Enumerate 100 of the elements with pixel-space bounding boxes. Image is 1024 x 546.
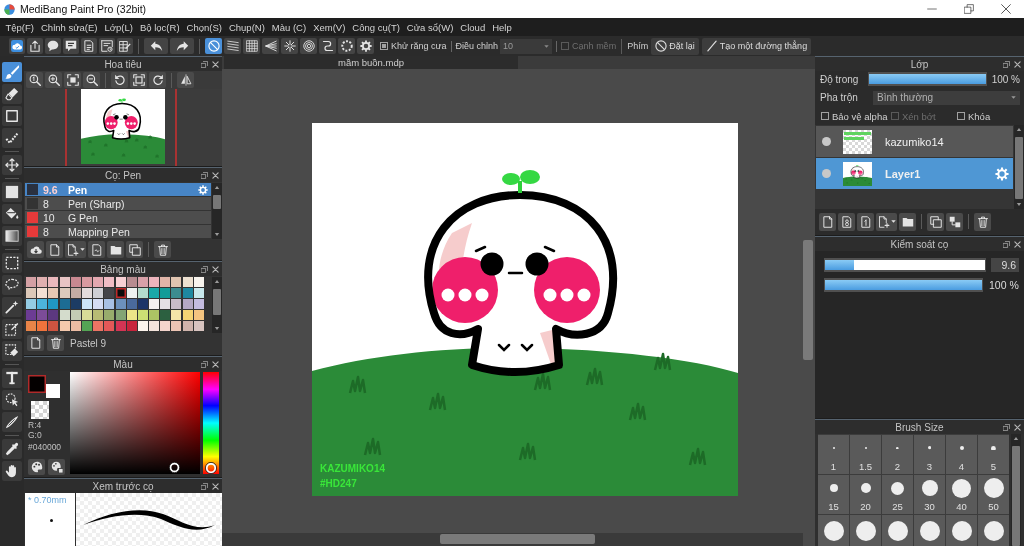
brush-toolbar-button[interactable] — [27, 241, 44, 258]
layer-toolbar-button[interactable] — [819, 212, 836, 231]
palette-swatch-icon[interactable] — [182, 310, 193, 320]
close-panel-icon[interactable] — [212, 171, 219, 179]
brush-size-slider[interactable] — [824, 258, 986, 272]
palette-swatch-icon[interactable] — [81, 321, 92, 331]
brush-toolbar-button[interactable] — [65, 241, 86, 258]
brush-size-input[interactable]: 9.6 — [991, 258, 1019, 272]
layer-toolbar-button[interactable] — [857, 212, 874, 231]
palette-swatch-icon[interactable] — [48, 321, 59, 331]
menu-item[interactable]: Lớp(L) — [101, 19, 137, 35]
brush-list-item[interactable]: 8 Mapping Pen — [25, 225, 211, 238]
navigator-button[interactable] — [26, 72, 43, 88]
snap-button[interactable] — [281, 38, 298, 54]
layer-toolbar-button[interactable] — [946, 212, 963, 231]
palette-swatch-icon[interactable] — [126, 277, 137, 287]
palette-swatch-icon[interactable] — [93, 277, 104, 287]
palette-swatch-icon[interactable] — [115, 277, 126, 287]
tool-button[interactable] — [2, 275, 22, 295]
float-panel-icon[interactable] — [201, 482, 208, 490]
tool-button[interactable] — [2, 341, 22, 361]
palette-swatch-icon[interactable] — [37, 310, 48, 320]
vertical-scrollbar[interactable] — [1014, 125, 1024, 209]
palette-swatch-icon[interactable] — [59, 299, 70, 309]
palette-swatch-icon[interactable] — [160, 299, 171, 309]
palette-swatch-icon[interactable] — [26, 321, 36, 331]
layer-toolbar-button[interactable] — [838, 212, 855, 231]
palette-swatch-icon[interactable] — [48, 310, 59, 320]
palette-swatch-icon[interactable] — [48, 288, 59, 298]
layer-toolbar-button[interactable] — [876, 212, 897, 231]
palette-swatch-icon[interactable] — [81, 299, 92, 309]
palette-swatch-icon[interactable] — [126, 288, 137, 298]
palette-swatch-icon[interactable] — [160, 310, 171, 320]
scrollbar-thumb[interactable] — [440, 534, 595, 544]
palette-swatch-icon[interactable] — [70, 321, 81, 331]
toolbar-button[interactable] — [9, 38, 25, 54]
menu-item[interactable]: Chỉnh sửa(E) — [37, 19, 102, 35]
tool-button[interactable] — [2, 182, 22, 202]
undo-button[interactable] — [144, 38, 168, 54]
palette-swatch-icon[interactable] — [37, 277, 48, 287]
correction-dropdown[interactable]: 10 — [500, 38, 553, 54]
close-panel-icon[interactable] — [1014, 60, 1021, 68]
scrollbar-thumb[interactable] — [1012, 446, 1020, 546]
float-panel-icon[interactable] — [201, 171, 208, 179]
palette-swatch-icon[interactable] — [26, 277, 36, 287]
hue-ring-icon[interactable] — [205, 462, 217, 474]
tool-button[interactable] — [2, 62, 22, 82]
brush-toolbar-button[interactable] — [107, 241, 124, 258]
palette-swatch-icon[interactable] — [81, 310, 92, 320]
vertical-scrollbar-thumb[interactable] — [803, 240, 813, 360]
palette-swatch-icon[interactable] — [59, 288, 70, 298]
palette-swatch-icon[interactable] — [171, 321, 182, 331]
float-panel-icon[interactable] — [1003, 60, 1010, 68]
background-color-swatch-icon[interactable] — [46, 384, 60, 398]
palette-swatch-icon[interactable] — [37, 321, 48, 331]
palette-swatch-icon[interactable] — [149, 310, 160, 320]
menu-item[interactable]: Bộ lọc(R) — [136, 19, 184, 35]
brush-toolbar-button[interactable] — [88, 241, 105, 258]
visibility-dot-icon[interactable] — [822, 169, 831, 178]
tool-button[interactable] — [2, 297, 22, 317]
snap-button[interactable] — [243, 38, 260, 54]
palette-swatch-icon[interactable] — [93, 310, 104, 320]
tool-button[interactable] — [2, 319, 22, 339]
palette-swatch-icon[interactable] — [149, 299, 160, 309]
brush-size-option[interactable]: 30 — [914, 475, 945, 514]
brush-size-option[interactable]: 15 — [818, 475, 849, 514]
palette-button[interactable] — [27, 335, 44, 351]
palette-swatch-icon[interactable] — [59, 310, 70, 320]
snap-button[interactable] — [300, 38, 317, 54]
redo-button[interactable] — [170, 38, 194, 54]
float-panel-icon[interactable] — [201, 360, 208, 368]
close-panel-icon[interactable] — [212, 360, 219, 368]
snap-button[interactable] — [262, 38, 279, 54]
toolbar-button[interactable] — [99, 38, 115, 54]
close-panel-icon[interactable] — [212, 482, 219, 490]
snap-button[interactable] — [357, 38, 374, 54]
blend-mode-dropdown[interactable]: Bình thường — [873, 90, 1020, 105]
close-panel-icon[interactable] — [1014, 240, 1021, 248]
picker-ring-icon[interactable] — [169, 462, 180, 473]
palette-swatch-icon[interactable] — [193, 277, 204, 287]
menu-item[interactable]: Help — [488, 19, 516, 35]
saturation-value-picker[interactable] — [70, 372, 200, 474]
menu-item[interactable]: Xem(V) — [309, 19, 349, 35]
layer-toolbar-button[interactable] — [974, 212, 991, 231]
palette-swatch-icon[interactable] — [115, 288, 126, 298]
tool-button[interactable] — [2, 390, 22, 410]
navigator-button[interactable] — [64, 72, 81, 88]
brush-toolbar-button[interactable] — [154, 241, 171, 258]
gear-icon[interactable] — [995, 166, 1009, 181]
navigator-button[interactable] — [130, 72, 147, 88]
brush-size-option[interactable] — [850, 515, 881, 546]
vertical-scrollbar[interactable] — [212, 277, 222, 333]
palette-swatch-icon[interactable] — [70, 299, 81, 309]
menu-item[interactable]: Cloud — [456, 19, 489, 35]
close-panel-icon[interactable] — [212, 60, 219, 68]
tool-button[interactable] — [2, 439, 22, 459]
navigator-button[interactable] — [111, 72, 128, 88]
navigator-button[interactable] — [45, 72, 62, 88]
brush-size-option[interactable]: 4 — [946, 435, 977, 474]
toolbar-button[interactable] — [27, 38, 43, 54]
